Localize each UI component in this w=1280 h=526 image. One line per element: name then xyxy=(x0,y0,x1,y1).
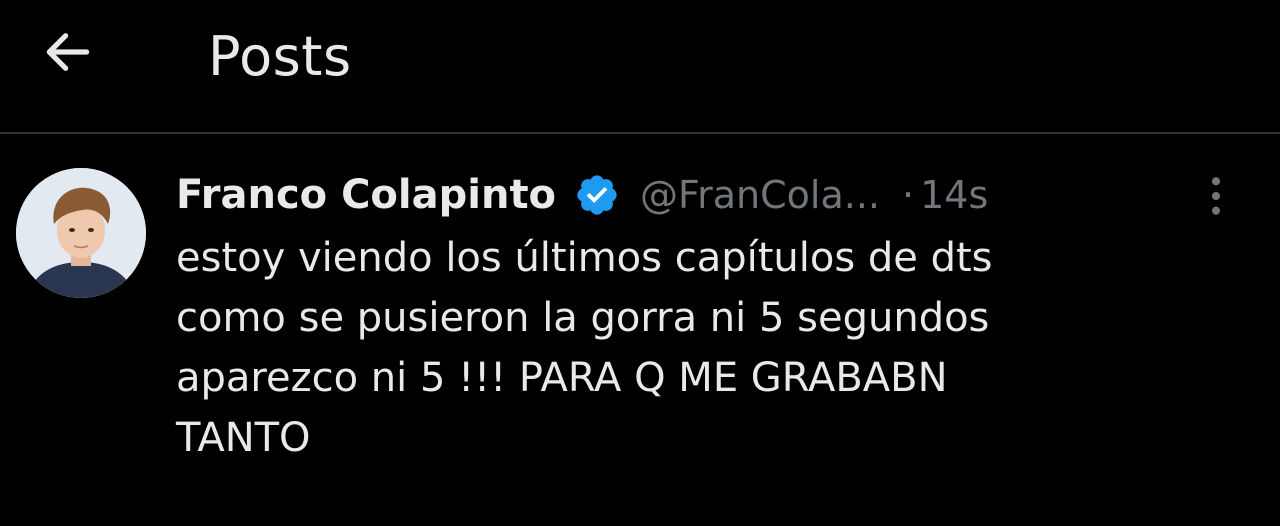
page-title: Posts xyxy=(208,25,352,88)
more-options-button[interactable] xyxy=(1196,174,1236,222)
verified-badge-icon xyxy=(574,172,620,218)
post-text-line: aparezco ni 5 !!! PARA Q ME GRABABN xyxy=(176,355,948,401)
app-frame: Posts Franco Colapinto @FranCola... · 14… xyxy=(0,0,1280,526)
post-item[interactable]: Franco Colapinto @FranCola... · 14s esto… xyxy=(0,134,1280,526)
back-button[interactable] xyxy=(36,22,100,86)
post-text: estoy viendo los últimos capítulos de dt… xyxy=(176,228,1236,468)
profile-photo-icon xyxy=(16,168,146,298)
arrow-left-icon xyxy=(40,24,96,84)
post-text-line: TANTO xyxy=(176,415,311,461)
page-header: Posts xyxy=(0,0,1280,130)
author-handle[interactable]: @FranCola... xyxy=(640,173,880,217)
post-meta: Franco Colapinto @FranCola... · 14s xyxy=(176,162,988,228)
avatar[interactable] xyxy=(16,168,146,298)
post-text-line: estoy viendo los últimos capítulos de dt… xyxy=(176,235,993,281)
post-text-line: como se pusieron la gorra ni 5 segundos xyxy=(176,295,990,341)
more-vertical-icon xyxy=(1208,174,1224,222)
post-timestamp[interactable]: 14s xyxy=(920,173,988,217)
author-name[interactable]: Franco Colapinto xyxy=(176,172,556,218)
meta-separator: · xyxy=(902,173,915,217)
